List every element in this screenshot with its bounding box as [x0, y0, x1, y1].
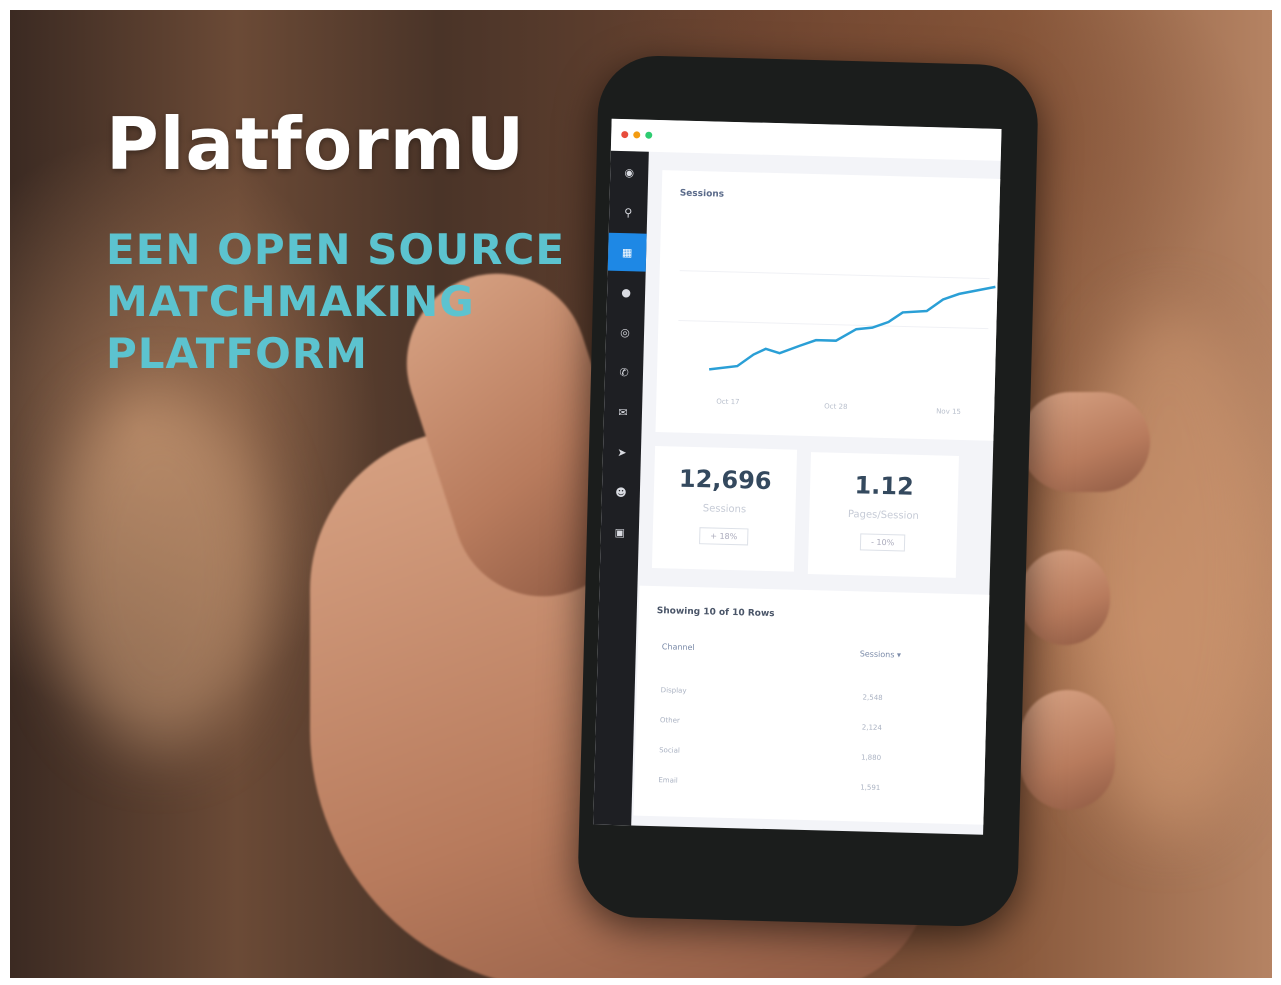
- user-icon[interactable]: ☻: [601, 473, 640, 512]
- globe-icon[interactable]: ◎: [606, 313, 645, 352]
- stat-label: Sessions: [702, 503, 747, 516]
- table-caption: Showing 10 of 10 Rows: [656, 606, 775, 620]
- phone-icon[interactable]: ✆: [605, 353, 644, 392]
- send-icon[interactable]: ➤: [602, 433, 641, 472]
- table-cell-channel: Email: [658, 776, 678, 785]
- mail-icon[interactable]: ✉: [604, 393, 643, 432]
- stat-label: Pages/Session: [847, 509, 919, 522]
- table-cell-channel: Display: [660, 686, 687, 695]
- gridline: [679, 270, 990, 280]
- x-tick-label: Oct 17: [716, 397, 740, 407]
- sessions-line-chart: [678, 270, 996, 371]
- hand-finger-1: [1020, 392, 1150, 492]
- channel-table-card: Showing 10 of 10 Rows Channel Sessions ▾…: [633, 585, 992, 825]
- table-cell-channel: Social: [659, 746, 681, 755]
- x-tick-label: Oct 28: [824, 402, 848, 412]
- hand-finger-2: [1020, 550, 1110, 645]
- table-cell-sessions: 2,124: [861, 723, 882, 733]
- sessions-chart-card: Sessions Oct 17 Oct 28 Nov 15: [655, 170, 1002, 441]
- calendar-icon[interactable]: ▣: [600, 513, 639, 552]
- x-tick-label: Nov 15: [936, 407, 962, 416]
- maximize-dot[interactable]: [645, 131, 653, 139]
- table-cell-channel: Other: [659, 716, 680, 725]
- background-blur-left: [50, 390, 270, 750]
- headline-title: PlatformU: [106, 102, 526, 186]
- chart-icon[interactable]: ▦: [607, 232, 647, 272]
- search-icon[interactable]: ⚲: [609, 193, 648, 232]
- window-topbar: [610, 118, 1002, 161]
- stat-value: 1.12: [854, 471, 915, 501]
- close-dot[interactable]: [621, 130, 629, 139]
- hand-finger-3: [1020, 690, 1115, 810]
- column-header-label: Sessions: [859, 649, 895, 660]
- column-header-sessions[interactable]: Sessions ▾: [860, 649, 901, 659]
- photo-background: ◉ ⚲ ▦ ● ◎ ✆ ✉ ➤ ☻ ▣ Sessions Oct 17 Oct …: [10, 10, 1272, 978]
- gridline: [678, 320, 989, 330]
- dashboard-icon[interactable]: ◉: [610, 153, 649, 192]
- minimize-dot[interactable]: [633, 131, 641, 139]
- stat-card-sessions: 12,696 Sessions + 18%: [651, 445, 798, 572]
- column-header-channel[interactable]: Channel: [662, 642, 695, 652]
- chat-icon[interactable]: ●: [607, 273, 646, 312]
- headline-subtitle: EEN OPEN SOURCE MATCHMAKING PLATFORM: [106, 225, 566, 378]
- stat-value: 12,696: [678, 464, 772, 496]
- sort-down-icon: ▾: [896, 650, 902, 660]
- phone-screen: ◉ ⚲ ▦ ● ◎ ✆ ✉ ➤ ☻ ▣ Sessions Oct 17 Oct …: [593, 118, 1002, 835]
- table-cell-sessions: 2,548: [862, 693, 883, 703]
- smartphone: ◉ ⚲ ▦ ● ◎ ✆ ✉ ➤ ☻ ▣ Sessions Oct 17 Oct …: [576, 54, 1040, 928]
- table-cell-sessions: 1,880: [860, 753, 882, 763]
- table-cell-sessions: 1,591: [860, 783, 881, 792]
- stat-badge: - 10%: [859, 533, 906, 552]
- stat-badge: + 18%: [699, 527, 749, 546]
- stat-card-pages: 1.12 Pages/Session - 10%: [807, 452, 959, 578]
